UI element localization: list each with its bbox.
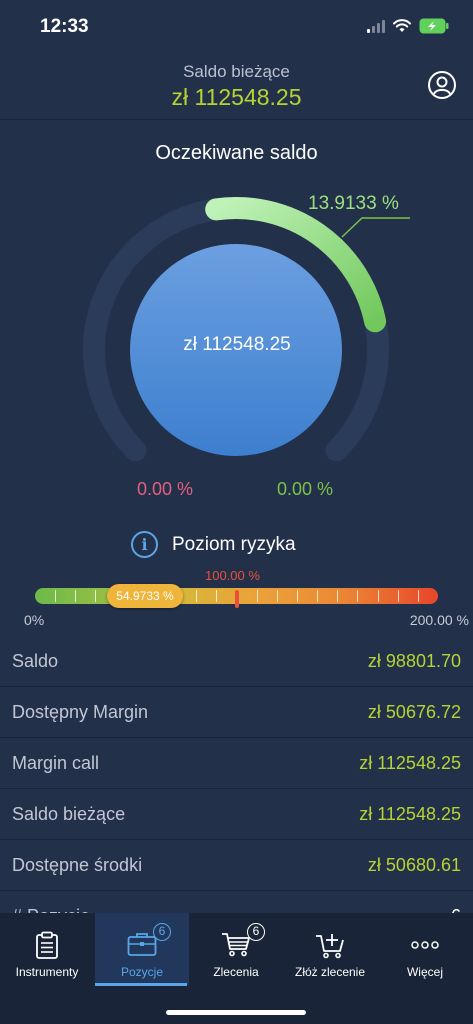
summary-row-margin-call: Margin call zł 112548.25: [0, 738, 473, 789]
tab-positions[interactable]: 6 Pozycje: [95, 913, 189, 985]
expected-balance-gauge: [83, 196, 410, 462]
summary-row-available-margin: Dostępny Margin zł 50676.72: [0, 687, 473, 738]
risk-bar-tick: [296, 590, 298, 602]
current-balance-label: Saldo bieżące: [183, 62, 290, 81]
status-icons: [367, 18, 449, 34]
orders-count-badge: 6: [247, 923, 265, 941]
tab-more[interactable]: Więcej: [378, 913, 472, 985]
summary-value: zł 112548.25: [359, 804, 461, 824]
cart-add-icon: [316, 934, 344, 959]
risk-bar-tick: [216, 590, 218, 602]
risk-bar-tick: [75, 590, 77, 602]
risk-bar-tick: [377, 590, 379, 602]
risk-bar-tick: [256, 590, 258, 602]
tab-label: Więcej: [406, 965, 443, 979]
summary-label: Dostępny Margin: [12, 702, 149, 722]
summary-label: Margin call: [12, 753, 100, 773]
tab-instruments[interactable]: Instrumenty: [0, 913, 94, 985]
current-balance-value: zł 112548.25: [171, 84, 302, 110]
risk-bar-tick: [95, 590, 97, 602]
summary-value: zł 98801.70: [367, 651, 461, 671]
summary-label: Saldo bieżące: [12, 804, 126, 824]
more-icon: [411, 941, 439, 949]
risk-current-indicator: 54.9733 %: [107, 584, 183, 608]
risk-bar-tick: [357, 590, 359, 602]
risk-max-label: 200.00 %: [409, 612, 469, 628]
gauge-center-value: zł 112548.25: [183, 334, 291, 355]
summary-row-available-funds: Dostępne środki zł 50680.61: [0, 840, 473, 891]
signal-icon: [367, 19, 385, 33]
user-profile-icon[interactable]: [427, 70, 457, 100]
summary-value: zł 50680.61: [367, 855, 461, 875]
risk-level-title: Poziom ryzyka: [172, 533, 296, 555]
status-time: 12:33: [40, 16, 89, 37]
info-icon[interactable]: i: [131, 531, 158, 558]
gauge-negative-label: 0.00 %: [137, 479, 194, 499]
risk-threshold-marker: [235, 590, 239, 608]
expected-balance-title: Oczekiwane saldo: [155, 142, 318, 164]
risk-min-label: 0%: [24, 612, 45, 628]
summary-value: zł 50676.72: [367, 702, 461, 722]
risk-bar-tick: [417, 590, 419, 602]
header: Saldo bieżące zł 112548.25: [0, 54, 473, 120]
summary-row-current-balance: Saldo bieżące zł 112548.25: [0, 789, 473, 840]
bottom-tab-bar: Instrumenty 6 Pozycje 6 Zlecenia Złóż zl…: [0, 913, 473, 1024]
wifi-icon: [393, 19, 411, 32]
risk-header: i Poziom ryzyka: [131, 531, 296, 558]
positions-count-badge: 6: [153, 923, 171, 941]
summary-value: zł 112548.25: [359, 753, 461, 773]
summary-label: Saldo: [12, 651, 59, 671]
risk-threshold-label: 100.00 %: [205, 568, 260, 583]
tab-orders[interactable]: 6 Zlecenia: [189, 913, 283, 985]
tab-label: Zlecenia: [213, 965, 259, 979]
risk-bar-tick: [337, 590, 339, 602]
risk-bar-tick: [55, 590, 57, 602]
gauge-positive-label: 0.00 %: [277, 479, 334, 499]
gauge-change-percent: 13.9133 %: [308, 193, 399, 214]
tab-place-order[interactable]: Złóż zlecenie: [283, 913, 377, 985]
clipboard-icon: [36, 931, 58, 959]
risk-bar-tick: [317, 590, 319, 602]
gauge-percent-leader: [341, 217, 410, 238]
risk-bar-tick: [397, 590, 399, 602]
active-tab-indicator: [95, 983, 187, 986]
risk-bar-tick: [196, 590, 198, 602]
summary-row-balance: Saldo zł 98801.70: [0, 636, 473, 687]
tab-label: Pozycje: [120, 965, 164, 979]
tab-label: Złóż zlecenie: [294, 965, 366, 979]
battery-charging-icon: [419, 18, 449, 34]
tab-label: Instrumenty: [15, 965, 79, 979]
risk-bar-tick: [276, 590, 278, 602]
status-bar: 12:33: [0, 0, 473, 54]
account-summary-list: Saldo zł 98801.70 Dostępny Margin zł 506…: [0, 636, 473, 931]
summary-label: Dostępne środki: [12, 855, 143, 875]
home-indicator: [166, 1010, 306, 1015]
